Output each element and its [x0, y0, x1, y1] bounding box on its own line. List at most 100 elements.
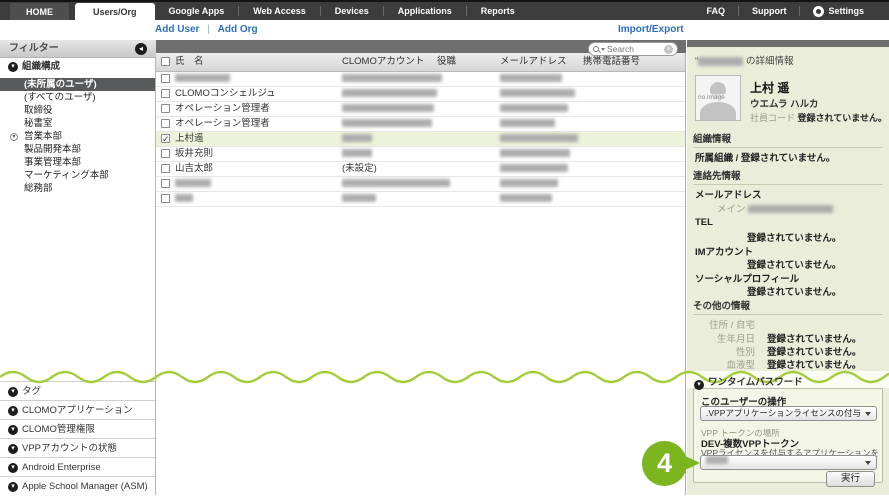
- redacted-account: [342, 119, 432, 127]
- sidebar-item-marketing[interactable]: マーケティング本部: [0, 169, 155, 182]
- vpp-app-select[interactable]: [700, 455, 877, 470]
- execute-button[interactable]: 実行: [826, 471, 875, 487]
- sidebar-section-android-enterprise[interactable]: ▾Android Enterprise: [0, 457, 155, 476]
- org-structure-section[interactable]: ▾ 組織構成: [0, 59, 155, 75]
- tab-web-access[interactable]: Web Access: [239, 2, 320, 20]
- table-row[interactable]: オペレーション管理者: [156, 117, 685, 132]
- nav-settings[interactable]: Settings: [800, 6, 877, 17]
- search-options-caret-icon[interactable]: [601, 48, 605, 51]
- section-label: VPPアカウントの状態: [22, 443, 117, 454]
- sidebar-section-asm[interactable]: ▾Apple School Manager (ASM): [0, 476, 155, 495]
- column-header-name[interactable]: 氏 名: [175, 53, 204, 71]
- nav-right-group: FAQ Support Settings: [693, 2, 889, 20]
- otp-section-header[interactable]: ▾ワンタイムパスワード: [694, 374, 803, 390]
- tab-devices[interactable]: Devices: [321, 2, 383, 20]
- row-checkbox[interactable]: [161, 179, 170, 188]
- search-box: ×: [588, 42, 678, 56]
- redacted-email: [500, 164, 568, 172]
- sidebar-item-business-mgmt[interactable]: 事業管理本部: [0, 156, 155, 169]
- sidebar-section-clomo-apps[interactable]: ▾CLOMOアプリケーション: [0, 400, 155, 419]
- search-input[interactable]: [607, 44, 659, 54]
- filter-title: フィルター: [9, 43, 59, 54]
- user-name: 上村遥: [175, 132, 204, 146]
- sidebar-item-all-users[interactable]: (すべてのユーザ): [0, 91, 155, 104]
- row-checkbox[interactable]: [161, 119, 170, 128]
- sidebar-item-directors[interactable]: 取締役: [0, 104, 155, 117]
- table-row[interactable]: [156, 72, 685, 87]
- sidebar-section-clomo-admin[interactable]: ▾CLOMO管理権限: [0, 419, 155, 438]
- email-label: メールアドレス: [695, 187, 762, 201]
- redacted-name: [175, 179, 211, 187]
- org-affiliation-label: 所属組織 /: [695, 153, 738, 164]
- row-checkbox[interactable]: [161, 164, 170, 173]
- sidebar-item-unassigned-users[interactable]: (未所属のユーザ): [0, 78, 155, 91]
- table-row[interactable]: [156, 192, 685, 207]
- sidebar-item-product-dev[interactable]: 製品開発本部: [0, 143, 155, 156]
- tab-home[interactable]: HOME: [10, 3, 69, 20]
- row-checkbox[interactable]: [161, 74, 170, 83]
- column-header-role[interactable]: 役職: [437, 53, 456, 71]
- redacted-email-value: [748, 205, 833, 213]
- employee-code-row: 社員コード 登録されていません。: [750, 111, 887, 124]
- sidebar-item-secretary[interactable]: 秘書室: [0, 117, 155, 130]
- tab-google-apps[interactable]: Google Apps: [155, 2, 239, 20]
- email-main-row: メイン: [717, 201, 833, 215]
- import-export-link[interactable]: Import/Export: [618, 24, 684, 35]
- blood-type-value: 登録されていません。: [767, 357, 861, 371]
- search-icon: [593, 46, 599, 52]
- redacted-email: [500, 149, 570, 157]
- row-checkbox[interactable]: [161, 104, 170, 113]
- address-label: 住所 / 自宅: [687, 317, 755, 331]
- table-row[interactable]: オペレーション管理者: [156, 102, 685, 117]
- column-header-email[interactable]: メールアドレス: [500, 53, 567, 71]
- tab-reports[interactable]: Reports: [467, 2, 529, 20]
- table-row[interactable]: 山吉太郎 (未設定): [156, 162, 685, 177]
- nav-faq[interactable]: FAQ: [693, 6, 738, 16]
- clomo-users-org-page: HOME Users/Org Google Apps Web Access De…: [0, 0, 889, 500]
- chevron-down-icon: ▾: [8, 482, 18, 492]
- filter-header: フィルター ◂: [0, 40, 156, 58]
- operation-select[interactable]: .VPPアプリケーションライセンスの付与: [700, 406, 877, 421]
- user-name: オペレーション管理者: [175, 102, 270, 116]
- add-org-link[interactable]: Add Org: [218, 24, 258, 35]
- row-checkbox[interactable]: [161, 89, 170, 98]
- org-tree: (未所属のユーザ) (すべてのユーザ) 取締役 秘書室 ▾営業本部 製品開発本部…: [0, 78, 155, 195]
- account-not-set: (未設定): [342, 162, 377, 176]
- table-row[interactable]: [156, 177, 685, 192]
- section-label: タグ: [22, 386, 41, 397]
- expand-icon[interactable]: ▾: [10, 133, 18, 141]
- clear-search-icon[interactable]: ×: [664, 45, 673, 54]
- nav-support[interactable]: Support: [739, 6, 800, 16]
- detail-title: " の詳細情報: [695, 53, 794, 67]
- sidebar-section-tags[interactable]: ▾ タグ: [0, 381, 155, 400]
- row-checkbox[interactable]: [161, 194, 170, 203]
- birthdate-value: 登録されていません。: [767, 331, 861, 345]
- select-all-checkbox[interactable]: [161, 57, 170, 66]
- sidebar-section-vpp-status[interactable]: ▾VPPアカウントの状態: [0, 438, 155, 457]
- row-checkbox-checked[interactable]: [161, 134, 170, 143]
- section-label: Android Enterprise: [22, 462, 101, 473]
- sidebar-item-sales[interactable]: ▾営業本部: [0, 130, 155, 143]
- user-table-area: × 氏 名 CLOMOアカウント 役職 メールアドレス 携帯電話番号 CLOMO…: [156, 40, 686, 495]
- column-header-clomo-account[interactable]: CLOMOアカウント: [342, 53, 424, 71]
- user-name: オペレーション管理者: [175, 117, 270, 131]
- tab-users-org[interactable]: Users/Org: [75, 3, 155, 20]
- top-navbar: HOME Users/Org Google Apps Web Access De…: [0, 0, 889, 20]
- redacted-email: [500, 74, 562, 82]
- redacted-email: [500, 179, 558, 187]
- sidebar-item-general-affairs[interactable]: 総務部: [0, 182, 155, 195]
- avatar-body-shape: [700, 102, 736, 121]
- redacted-account: [342, 134, 372, 142]
- add-user-link[interactable]: Add User: [155, 24, 199, 35]
- chevron-down-icon: ▾: [8, 387, 18, 397]
- social-profile-value: 登録されていません。: [747, 284, 841, 298]
- table-row[interactable]: 坂井充則: [156, 147, 685, 162]
- birthdate-label: 生年月日: [687, 331, 755, 345]
- chevron-down-icon: ▾: [8, 425, 18, 435]
- row-checkbox[interactable]: [161, 149, 170, 158]
- table-row-selected[interactable]: 上村遥: [156, 132, 685, 147]
- table-row[interactable]: CLOMOコンシェルジュ: [156, 87, 685, 102]
- collapse-sidebar-button[interactable]: ◂: [135, 43, 147, 55]
- tab-applications[interactable]: Applications: [384, 2, 466, 20]
- add-links-group: Add User | Add Org: [155, 24, 258, 35]
